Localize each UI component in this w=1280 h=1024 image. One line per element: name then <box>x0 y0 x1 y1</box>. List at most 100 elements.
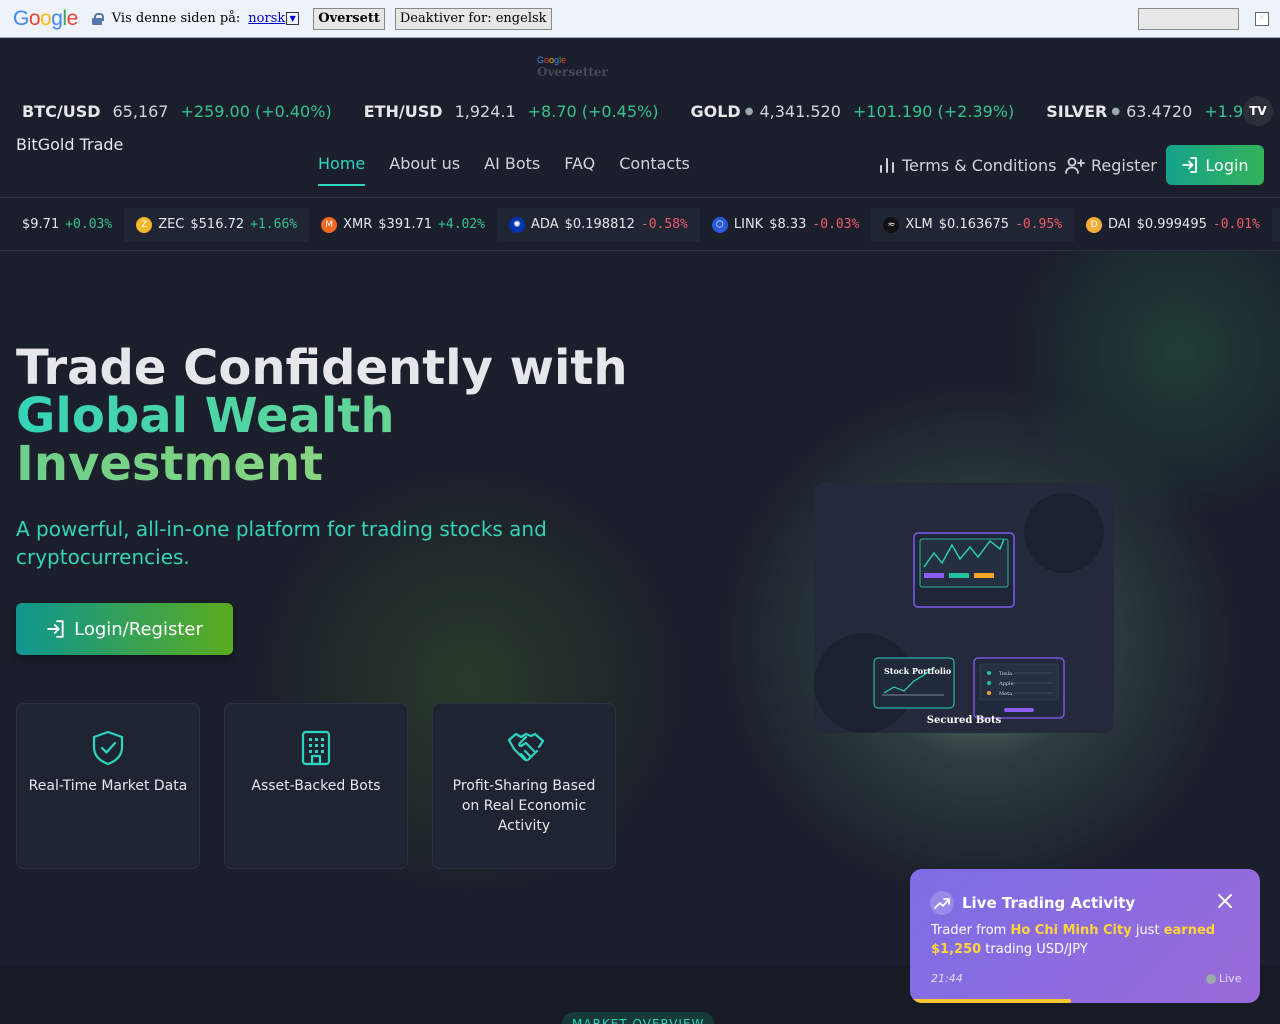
portfolio-card-label: Stock Portfolio <box>884 666 952 676</box>
crypto-symbol: XMR <box>343 217 373 232</box>
ticker-item[interactable]: ETH/USD 1,924.1 +8.70 (+0.45%) <box>364 102 659 121</box>
login-icon <box>1182 157 1198 173</box>
crypto-symbol: LINK <box>733 217 764 232</box>
decor-circle <box>1024 493 1104 573</box>
crypto-change: -0.58% <box>640 217 688 232</box>
live-status-label: Live <box>1219 972 1242 985</box>
hero-title-line2: Global Wealth <box>16 392 628 440</box>
translate-options-button[interactable]: Alternativer ▼ <box>1138 8 1239 30</box>
nav-ai-bots[interactable]: AI Bots <box>484 154 540 186</box>
ticker-price: 1,924.1 <box>454 101 516 121</box>
crypto-price: $391.71 <box>378 217 433 232</box>
hero-subtitle: A powerful, all-in-one platform for trad… <box>16 517 547 569</box>
popup-title: Live Trading Activity <box>962 894 1136 912</box>
google-translate-widget[interactable]: Google Oversetter <box>537 55 608 79</box>
ticker-price: 4,341.520 <box>759 101 841 121</box>
crypto-ticker-item[interactable]: $9.71 +0.03% <box>10 208 124 242</box>
crypto-ticker-item[interactable]: B <box>1271 207 1280 242</box>
ticker-symbol: GOLD <box>690 101 741 121</box>
hero-title-line3: Investment <box>16 440 628 488</box>
section-badge: MARKET OVERVIEW <box>562 1012 715 1024</box>
crypto-change: -0.95% <box>1015 217 1063 232</box>
crypto-change: -0.03% <box>812 217 860 232</box>
crypto-symbol: ADA <box>531 217 559 232</box>
nav-contacts[interactable]: Contacts <box>619 154 690 186</box>
feature-label: Profit-Sharing Based on Real Economic Ac… <box>452 778 596 834</box>
crypto-symbol: ZEC <box>158 217 185 232</box>
crypto-ticker-item[interactable]: ✺ ADA $0.198812 -0.58% <box>497 207 700 242</box>
tradingview-logo-icon[interactable]: TV <box>1243 96 1273 126</box>
google-logo-small: Google <box>537 55 567 65</box>
market-ticker: BTC/USD 65,167 +259.00 (+0.40%) ETH/USD 1,92… <box>0 96 1280 126</box>
hero-illustration: Stock Portfolio Tesla Apple Meta Secured… <box>814 483 1114 733</box>
crypto-ticker-item[interactable]: Z ZEC $516.72 +1.66% <box>124 207 310 242</box>
list-card <box>973 657 1065 719</box>
popup-text: Trader from <box>931 923 1011 938</box>
site-brand[interactable]: BitGold Trade <box>16 135 123 154</box>
zec-coin-icon: Z <box>136 216 153 233</box>
crypto-price: $0.163675 <box>938 217 1010 232</box>
ticker-change: +101.190 (+2.39%) <box>852 101 1015 121</box>
login-label: Login <box>1205 155 1249 175</box>
popup-progress-bar <box>910 999 1071 1003</box>
nav-faq[interactable]: FAQ <box>564 154 595 186</box>
ticker-item[interactable]: GOLD ● 4,341.520 +101.190 (+2.39%) <box>690 102 1014 121</box>
crypto-price: $516.72 <box>190 217 245 232</box>
dai-coin-icon: D <box>1086 216 1103 233</box>
feature-card: Real-Time Market Data <box>16 703 200 869</box>
hero-title-line1: Trade Confidently with <box>16 340 628 396</box>
handshake-icon <box>507 730 545 766</box>
close-icon[interactable]: ✕ <box>1255 12 1269 26</box>
translate-prompt: Vis denne siden på: <box>111 11 241 26</box>
illustration-caption: Secured Bots <box>927 715 1002 726</box>
register-label: Register <box>1091 155 1157 175</box>
translate-button[interactable]: Oversett <box>313 7 385 30</box>
terms-label: Terms & Conditions <box>902 155 1057 175</box>
nav-home[interactable]: Home <box>318 154 366 186</box>
close-icon[interactable] <box>1215 891 1235 911</box>
lock-icon <box>91 12 104 25</box>
popup-city: Ho Chi Minh City <box>1010 923 1132 938</box>
feature-label: Real-Time Market Data <box>28 778 188 794</box>
crypto-ticker-item[interactable]: D DAI $0.999495 -0.01% <box>1074 208 1272 242</box>
crypto-change: -0.01% <box>1212 217 1260 232</box>
login-register-button[interactable]: Login/Register <box>16 603 233 655</box>
feature-label: Asset-Backed Bots <box>251 778 381 794</box>
popup-time: 21:44 <box>931 972 963 985</box>
disable-translate-button[interactable]: Deaktiver for: engelsk <box>394 7 552 30</box>
nav-about[interactable]: About us <box>389 154 460 186</box>
ticker-item[interactable]: BTC/USD 65,167 +259.00 (+0.40%) <box>22 102 332 121</box>
popup-message: Trader from Ho Chi Minh City just earned… <box>931 921 1246 959</box>
list-item-label: Apple <box>998 681 1014 687</box>
list-item-label: Tesla <box>999 671 1012 677</box>
shield-check-icon <box>91 730 125 766</box>
translate-widget-label: Oversetter <box>537 65 608 79</box>
chevron-down-icon[interactable]: ▼ <box>286 12 300 25</box>
login-button[interactable]: Login <box>1166 145 1264 185</box>
google-logo: Google <box>13 6 78 30</box>
crypto-ticker-item[interactable]: ≈ XLM $0.163675 -0.95% <box>871 207 1075 242</box>
popup-text: just <box>1131 923 1164 938</box>
live-status: Live <box>1206 972 1241 985</box>
ticker-symbol: ETH/USD <box>363 101 443 121</box>
crypto-ticker-item[interactable]: ⬡ LINK $8.33 -0.03% <box>700 208 872 242</box>
crypto-price: $0.999495 <box>1136 217 1207 232</box>
building-icon <box>299 730 333 766</box>
market-open-dot-icon: ● <box>1111 105 1121 117</box>
language-select[interactable]: norsk <box>248 11 285 26</box>
list-item-label: Meta <box>999 691 1012 697</box>
crypto-symbol: XLM <box>905 217 933 232</box>
feature-card: Asset-Backed Bots <box>224 703 408 869</box>
popup-header: Live Trading Activity <box>930 891 1135 915</box>
crypto-ticker-item[interactable]: M XMR $391.71 +4.02% <box>309 208 497 242</box>
chart-monitor <box>913 532 1015 608</box>
ticker-change: +259.00 (+0.40%) <box>180 101 332 121</box>
main-nav: Home About us AI Bots FAQ Contacts <box>318 154 714 186</box>
ticker-price: 63.4720 <box>1126 101 1193 121</box>
crypto-price: $8.33 <box>769 217 807 232</box>
ticker-symbol: BTC/USD <box>22 101 101 121</box>
terms-link[interactable]: Terms & Conditions <box>878 145 1056 185</box>
ticker-change: +8.70 (+0.45%) <box>527 101 659 121</box>
crypto-change: +4.02% <box>438 217 486 232</box>
register-link[interactable]: Register <box>1065 145 1157 185</box>
